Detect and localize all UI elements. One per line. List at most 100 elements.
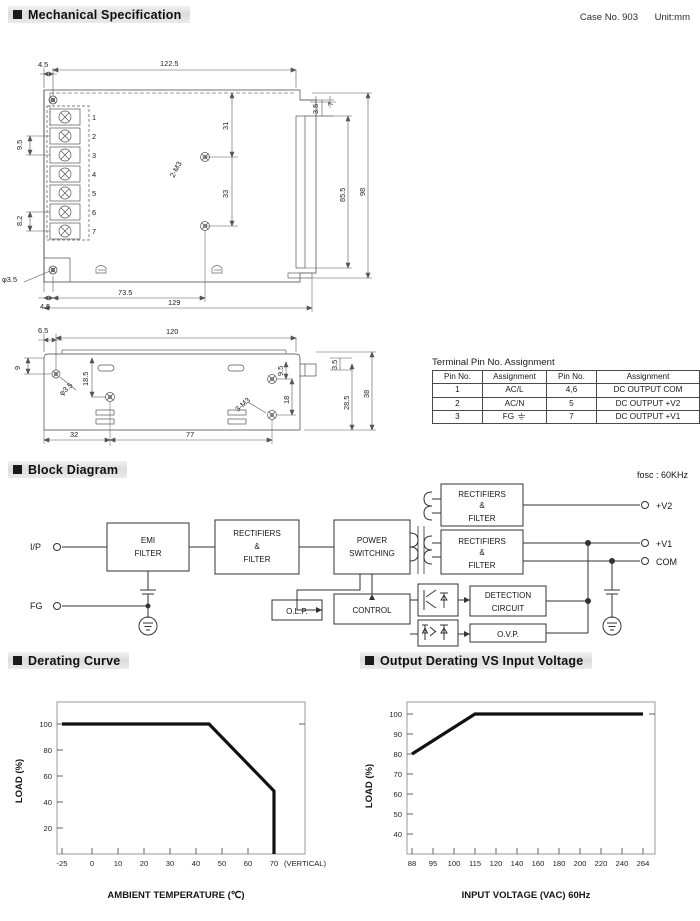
optocoupler-2 — [417, 619, 459, 647]
table-row: 3 FG 7 DC OUTPUT +V1 — [432, 409, 700, 425]
dim-pitch-9-5: 9.5 — [15, 140, 24, 150]
pin-number-3: 3 — [92, 151, 96, 160]
chart1-xtick-70: 70 — [270, 859, 278, 868]
section-header-output-derating: Output Derating VS Input Voltage — [360, 652, 593, 669]
dim-bottom-73-5: 73.5 — [118, 288, 132, 297]
dim-side-18-5: 18.5 — [81, 372, 90, 386]
port-label-fg: FG — [30, 601, 43, 611]
chart2-x-axis-title: INPUT VOLTAGE (VAC) 60Hz — [462, 890, 591, 901]
chart2-ytick-40: 40 — [394, 830, 402, 839]
port-label-v1: +V1 — [656, 539, 672, 549]
dim-v-85-5: 85.5 — [338, 188, 347, 202]
chart2-xtick-180: 180 — [553, 859, 566, 868]
pin-assignment-table: Pin No. Assignment Pin No. Assignment 1 … — [432, 369, 700, 425]
block-label-olp: O.L.P. — [286, 607, 308, 616]
block-diagram-drawing: EMI FILTER RECTIFIERS & FILTER POWER SWI… — [0, 478, 700, 648]
table-row: 1 AC/L 4,6 DC OUTPUT COM — [432, 383, 700, 398]
cell-pin-no-2: 4,6 — [545, 383, 597, 398]
chart-derating-curve: 100 80 60 40 20 -25 0 10 20 30 40 50 60 … — [0, 686, 350, 921]
section-bullet-icon — [13, 656, 22, 665]
chart1-y-axis-title: LOAD (%) — [14, 759, 25, 803]
block-label-rect1-line3: FILTER — [244, 555, 271, 564]
pin-number-5: 5 — [92, 189, 96, 198]
chart1-ytick-60: 60 — [44, 772, 52, 781]
block-label-detection-line2: CIRCUIT — [492, 604, 525, 613]
cell-assignment-fg: FG — [481, 409, 547, 425]
chart2-xtick-95: 95 — [429, 859, 437, 868]
chart2-xtick-264: 264 — [637, 859, 650, 868]
block-label-rectv2-line1: RECTIFIERS — [458, 490, 506, 499]
section-header-block-diagram: Block Diagram — [8, 461, 128, 478]
cell-assignment: AC/N — [481, 396, 547, 411]
block-label-detection-line1: DETECTION — [485, 591, 531, 600]
pin-number-4: 4 — [92, 170, 96, 179]
table-row: 2 AC/N 5 DC OUTPUT +V2 — [432, 396, 700, 411]
section-bullet-icon — [365, 656, 374, 665]
cell-assignment-fg-text: FG — [502, 411, 515, 421]
chart1-xtick-60: 60 — [244, 859, 252, 868]
chart1-ytick-80: 80 — [44, 746, 52, 755]
chart2-xtick-160: 160 — [532, 859, 545, 868]
chart1-ytick-40: 40 — [44, 798, 52, 807]
dim-hole-3-5: φ3.5 — [2, 275, 17, 284]
col-header-pin-no-1: Pin No. — [432, 369, 483, 385]
dim-v-98: 98 — [358, 188, 367, 196]
dim-side-120: 120 — [166, 327, 178, 336]
dim-h-3-5: 3.5 — [311, 104, 320, 114]
block-power-switching — [333, 519, 411, 575]
chart2-xtick-88: 88 — [408, 859, 416, 868]
chart2-y-tick-labels: 100 90 80 70 60 50 40 — [389, 710, 402, 839]
block-label-control: CONTROL — [352, 606, 392, 615]
dim-side-hole-3-5: φ3.5 — [57, 381, 74, 398]
chart2-xtick-200: 200 — [574, 859, 587, 868]
dim-side-6-5: 6.5 — [38, 326, 48, 335]
dim-pitch-8-2: 8.2 — [15, 216, 24, 226]
pin-number-1: 1 — [92, 113, 96, 122]
dim-bottom-left-offset: 4.5 — [40, 302, 50, 311]
chart1-x-tick-labels: -25 0 10 20 30 40 50 60 70 — [57, 859, 279, 868]
mechanical-top-view-drawing: 1 2 3 4 5 6 7 4.5 122.5 9.5 8.2 2-M3 31 … — [0, 30, 400, 312]
case-number-text: Case No. 903 — [579, 12, 638, 23]
pin-number-2: 2 — [92, 132, 96, 141]
port-label-com: COM — [656, 557, 677, 567]
col-header-assignment-2: Assignment — [595, 369, 700, 385]
dim-left-offset: 4.5 — [38, 60, 48, 69]
section-header-mechanical-specification: Mechanical Specification — [8, 6, 191, 23]
terminal-pin-assignment-block: Terminal Pin No. Assignment Pin No. Assi… — [432, 357, 700, 425]
chart2-xtick-240: 240 — [616, 859, 629, 868]
section-bullet-icon — [13, 465, 22, 474]
chart2-xtick-100: 100 — [448, 859, 461, 868]
block-label-rect1-line1: RECTIFIERS — [233, 529, 281, 538]
ground-symbol-1 — [138, 616, 158, 636]
cell-assignment-2: DC OUTPUT +V1 — [595, 409, 700, 425]
dim-side-18: 18 — [282, 396, 291, 404]
block-label-rect1-line2: & — [254, 542, 260, 551]
section-title-text: Derating Curve — [28, 653, 121, 668]
chart2-xtick-220: 220 — [595, 859, 608, 868]
chart2-xtick-115: 115 — [469, 859, 481, 868]
cell-pin-no-2: 5 — [545, 396, 597, 411]
pin-table-caption: Terminal Pin No. Assignment — [432, 357, 555, 368]
block-label-ovp: O.V.P. — [497, 630, 519, 639]
chart1-ytick-100: 100 — [39, 720, 52, 729]
chart1-xtick-30: 30 — [166, 859, 174, 868]
chart1-xtick-10: 10 — [114, 859, 122, 868]
cell-pin-no: 2 — [432, 396, 483, 411]
chart2-x-tick-labels: 88 95 100 115 120 140 160 180 200 220 24… — [408, 859, 650, 868]
chart1-xtick-40: 40 — [192, 859, 200, 868]
chart1-xtick-20: 20 — [140, 859, 148, 868]
dim-side-28-5: 28.5 — [342, 396, 351, 410]
chart2-ytick-70: 70 — [394, 770, 402, 779]
terminal-screw-group — [49, 108, 81, 240]
cell-assignment-2: DC OUTPUT +V2 — [595, 396, 700, 411]
dim-bottom-129: 129 — [168, 298, 180, 307]
col-header-assignment-1: Assignment — [481, 369, 547, 385]
block-label-rectv2-line3: FILTER — [469, 514, 496, 523]
section-title-text: Output Derating VS Input Voltage — [380, 653, 584, 668]
cell-pin-no: 3 — [432, 409, 483, 425]
chart2-plot-frame — [406, 701, 656, 855]
chart2-xtick-140: 140 — [511, 859, 524, 868]
block-label-power-line1: POWER — [357, 536, 387, 545]
dim-side-9-5: 9.5 — [276, 366, 285, 376]
chart1-xtick-50: 50 — [218, 859, 226, 868]
